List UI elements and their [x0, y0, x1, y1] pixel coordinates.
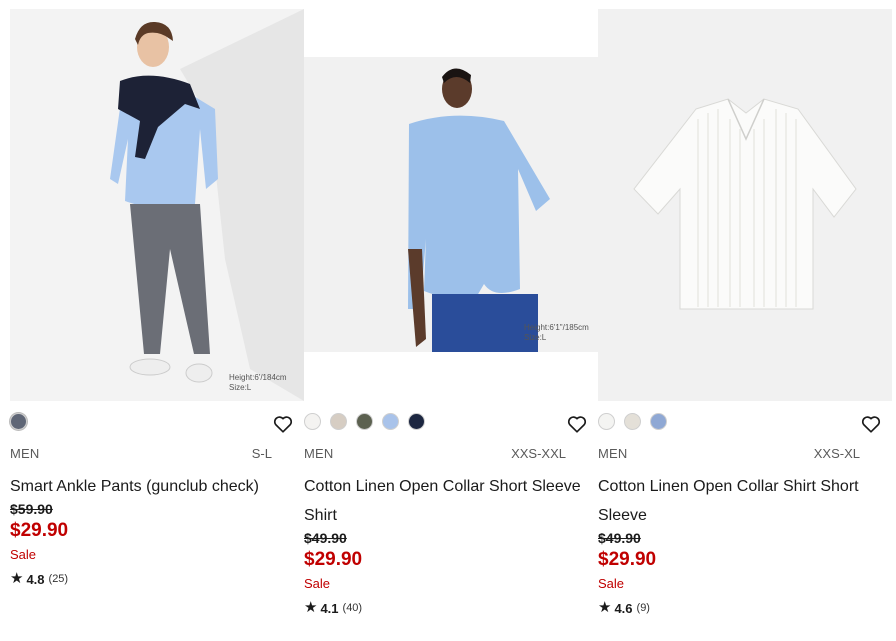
product-name[interactable]: Cotton Linen Open Collar Short Sleeve Sh…: [304, 472, 588, 530]
color-swatches: [10, 413, 27, 433]
rating-score: 4.8: [26, 571, 45, 587]
price-block: $49.90 $29.90 Sale ★ 4.6 (9): [598, 529, 656, 616]
rating-score: 4.1: [320, 600, 339, 616]
swatch-white[interactable]: [598, 413, 615, 430]
swatch-navy[interactable]: [408, 413, 425, 430]
original-price: $49.90: [598, 530, 641, 546]
size-range: S-L: [251, 446, 272, 461]
sale-label: Sale: [304, 576, 331, 591]
price-block: $49.90 $29.90 Sale ★ 4.1 (40): [304, 529, 362, 616]
product-gender: MEN: [304, 446, 334, 461]
sale-label: Sale: [10, 547, 37, 562]
model-caption: Height:6'/184cm Size:L: [229, 373, 287, 392]
product-gender: MEN: [10, 446, 40, 461]
heart-outline-icon[interactable]: [860, 413, 882, 435]
swatch-gray[interactable]: [10, 413, 27, 430]
swatch-beige[interactable]: [330, 413, 347, 430]
review-count: (40): [342, 602, 363, 614]
sale-price: $29.90: [304, 549, 363, 570]
product-image[interactable]: Height:6'1"/185cm Size:L: [304, 9, 598, 401]
price-block: $59.90 $29.90 Sale ★ 4.8 (25): [10, 500, 68, 587]
product-image[interactable]: Height:6'/184cm Size:L: [10, 9, 304, 401]
star-icon: ★: [10, 570, 24, 587]
review-count: (25): [48, 573, 69, 585]
swatch-white[interactable]: [304, 413, 321, 430]
original-price: $49.90: [304, 530, 347, 546]
size-range: XXS-XL: [813, 446, 860, 461]
swatch-olive[interactable]: [356, 413, 373, 430]
rating-score: 4.6: [614, 600, 633, 616]
sale-price: $29.90: [598, 549, 657, 570]
original-price: $59.90: [10, 501, 53, 517]
rating: ★ 4.8 (25): [10, 571, 68, 587]
swatch-blue-stripe[interactable]: [650, 413, 667, 430]
product-image[interactable]: [598, 9, 892, 401]
review-count: (9): [636, 602, 650, 614]
product-photo: [598, 9, 892, 401]
product-name[interactable]: Smart Ankle Pants (gunclub check): [10, 472, 294, 501]
model-caption: Height:6'1"/185cm Size:L: [524, 323, 589, 342]
sale-price: $29.90: [10, 520, 69, 541]
product-gender: MEN: [598, 446, 628, 461]
swatch-off-white-stripe[interactable]: [624, 413, 641, 430]
star-icon: ★: [598, 599, 612, 616]
color-swatches: [598, 413, 667, 433]
heart-outline-icon[interactable]: [272, 413, 294, 435]
product-name[interactable]: Cotton Linen Open Collar Shirt Short Sle…: [598, 472, 882, 530]
rating: ★ 4.6 (9): [598, 600, 656, 616]
heart-outline-icon[interactable]: [566, 413, 588, 435]
model-photo: [10, 9, 304, 401]
star-icon: ★: [304, 599, 318, 616]
rating: ★ 4.1 (40): [304, 600, 362, 616]
sale-label: Sale: [598, 576, 625, 591]
color-swatches: [304, 413, 425, 433]
size-range: XXS-XXL: [511, 446, 566, 461]
swatch-light-blue[interactable]: [382, 413, 399, 430]
